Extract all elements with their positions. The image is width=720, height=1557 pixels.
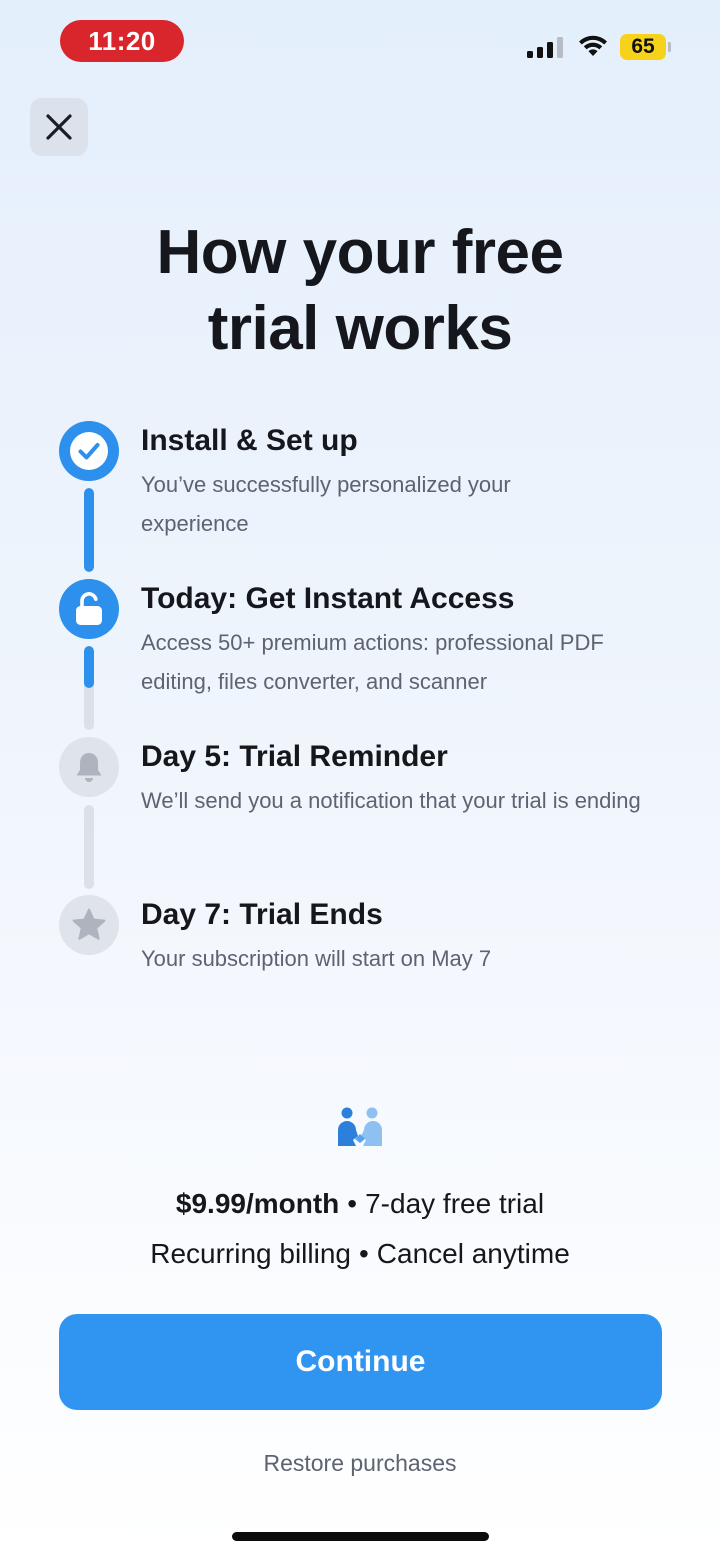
home-indicator — [232, 1532, 489, 1541]
trial-timeline: Install & Set up You’ve successfully per… — [0, 0, 720, 1000]
timeline-connector-3 — [84, 805, 94, 889]
separator-dot: • — [358, 1238, 369, 1269]
step-1-description: You’ve successfully personalized your ex… — [141, 472, 511, 536]
step-2-description: Access 50+ premium actions: professional… — [141, 630, 604, 694]
bell-icon — [76, 753, 102, 782]
step-4-badge — [59, 895, 119, 955]
people-icon — [335, 1106, 385, 1153]
connector-progress-1 — [84, 488, 94, 572]
connector-progress-2 — [84, 646, 94, 688]
step-1-badge — [59, 421, 119, 481]
trial-length: 7-day free trial — [365, 1188, 545, 1219]
step-4: Day 7: Trial Ends Your subscription will… — [141, 897, 681, 978]
step-4-title: Day 7: Trial Ends — [141, 898, 383, 931]
unlock-icon — [76, 592, 102, 625]
step-1-title: Install & Set up — [141, 424, 358, 457]
cancel-anytime: Cancel anytime — [376, 1238, 570, 1269]
continue-button[interactable]: Continue — [59, 1314, 662, 1410]
step-1: Install & Set up You’ve successfully per… — [141, 423, 681, 543]
price: $9.99/month — [175, 1188, 340, 1219]
step-3: Day 5: Trial Reminder We’ll send you a n… — [141, 739, 681, 820]
recurring-billing: Recurring billing — [150, 1238, 351, 1269]
step-2-title: Today: Get Instant Access — [141, 582, 515, 615]
step-2: Today: Get Instant Access Access 50+ pre… — [141, 581, 681, 701]
pricing-summary: $9.99/month • 7-day free trial — [0, 1186, 720, 1222]
step-2-badge — [59, 579, 119, 639]
timeline-connector-1 — [84, 488, 94, 572]
restore-purchases-link[interactable]: Restore purchases — [0, 1448, 720, 1478]
star-icon — [72, 908, 106, 940]
step-4-description: Your subscription will start on May 7 — [141, 946, 492, 971]
checkmark-icon — [70, 432, 108, 470]
step-3-title: Day 5: Trial Reminder — [141, 740, 448, 773]
timeline-connector-2 — [84, 646, 94, 730]
step-3-description: We’ll send you a notification that your … — [141, 788, 641, 813]
step-3-badge — [59, 737, 119, 797]
billing-terms: Recurring billing • Cancel anytime — [0, 1236, 720, 1272]
separator-dot: • — [347, 1188, 358, 1219]
